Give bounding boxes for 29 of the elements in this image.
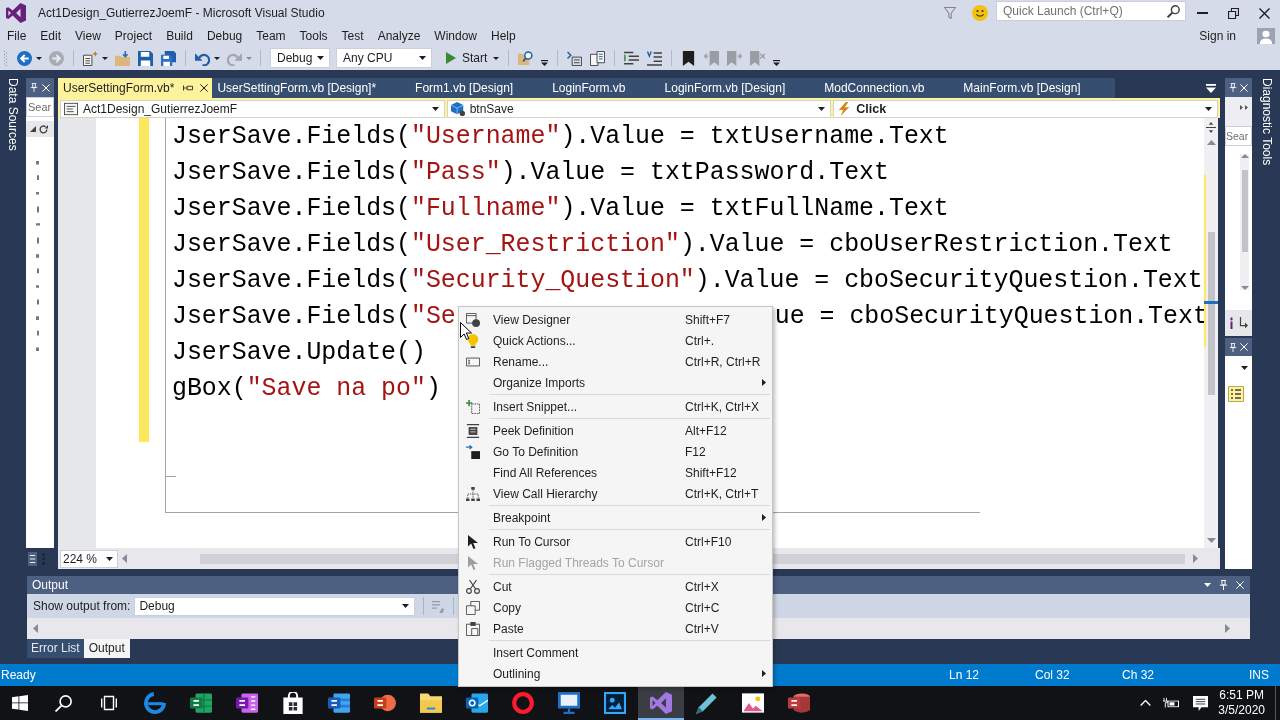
character-indicator: Ch 32 xyxy=(1122,668,1155,682)
menu-shortcut: F12 xyxy=(685,444,706,459)
code-line: JserSave.Fields("User_Restriction").Value = cboUserRestriction.Text xyxy=(172,229,1173,260)
code-line: JserSave.Update() xyxy=(172,337,426,368)
menu-shortcut: Ctrl+R, Ctrl+R xyxy=(685,354,761,369)
menu-shortcut: Alt+F12 xyxy=(685,423,727,438)
window-title: Act1Design_GutierrezJoemF - Microsoft Visual Studio xyxy=(38,6,325,20)
menu-shortcut: Ctrl+F10 xyxy=(685,534,732,549)
menu-shortcut: Shift+F12 xyxy=(685,465,737,480)
code-line: ue = cboSecurityQuestion.Text xyxy=(774,301,1208,332)
menu-shortcut: Shift+F7 xyxy=(685,312,731,327)
menu-shortcut: Ctrl+K, Ctrl+T xyxy=(685,486,759,501)
menu-shortcut: Ctrl+K, Ctrl+X xyxy=(685,399,759,414)
code-line: JserSave.Fields("Pass").Value = txtPassword.Text xyxy=(172,157,889,188)
code-line: JserSave.Fields("Se xyxy=(172,301,456,332)
code-line: JserSave.Fields("Username").Value = txtUsername.Text xyxy=(172,121,949,152)
menu-shortcut: Ctrl+. xyxy=(685,333,714,348)
menu-shortcut: Ctrl+C xyxy=(685,600,720,615)
line-indicator: Ln 12 xyxy=(949,668,980,682)
column-indicator: Col 32 xyxy=(1035,668,1070,682)
code-line: JserSave.Fields("Fullname").Value = txtFullName.Text xyxy=(172,193,949,224)
menu-shortcut: Ctrl+V xyxy=(685,621,719,636)
status-message: Ready xyxy=(1,668,36,682)
menu-shortcut: Ctrl+X xyxy=(685,579,719,594)
code-line: gBox("Save na po") xyxy=(172,373,441,404)
panel-title: Output xyxy=(32,578,69,592)
code-line: JserSave.Fields("Security_Question").Value = cboSecurityQuestion.Text xyxy=(172,265,1203,296)
field-label: Show output from: xyxy=(33,599,131,613)
insert-mode-indicator: INS xyxy=(1249,668,1269,682)
